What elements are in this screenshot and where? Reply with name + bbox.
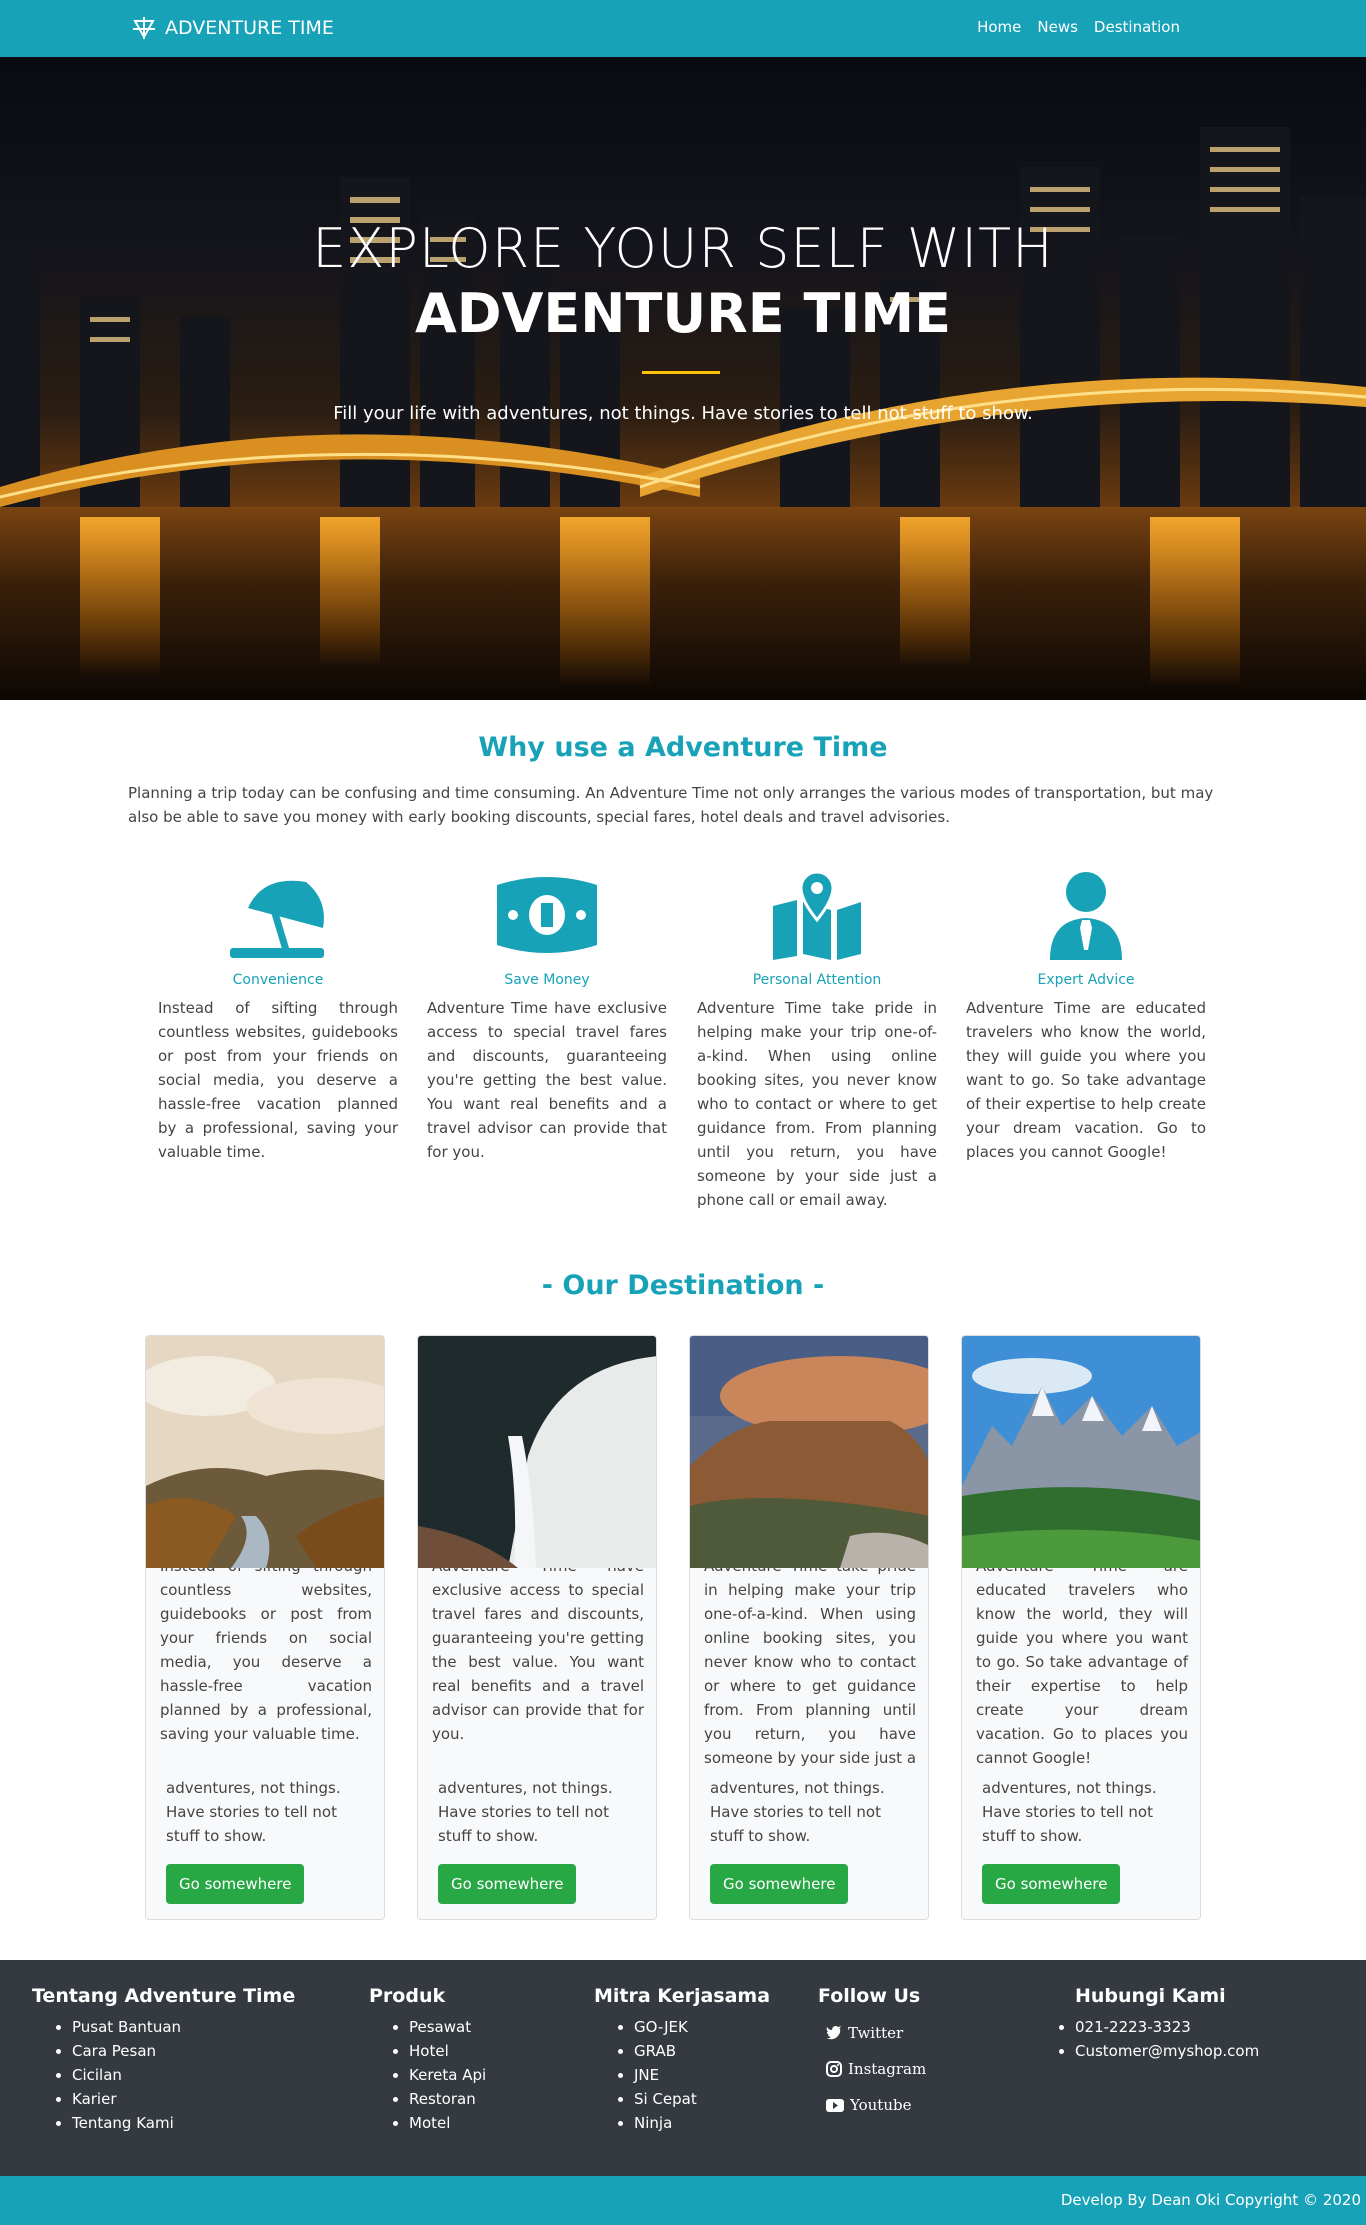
- brand-name: ADVENTURE TIME: [165, 17, 334, 39]
- feature-desc: Adventure Time take pride in helping mak…: [697, 999, 937, 1209]
- footer-link[interactable]: Pusat Bantuan: [72, 2015, 295, 2039]
- destination-card: Adventure Time are educated travelers wh…: [961, 1335, 1201, 1920]
- feature-title: Expert Advice: [1037, 972, 1135, 988]
- destination-title: - Our Destination -: [541, 1270, 825, 1301]
- footer-phone[interactable]: 021-2223-3323: [1075, 2015, 1259, 2039]
- go-somewhere-button[interactable]: Go somewhere: [438, 1864, 577, 1904]
- footer-link[interactable]: GRAB: [634, 2039, 770, 2063]
- footer-col-produk: Produk Pesawat Hotel Kereta Api Restoran…: [369, 1985, 486, 2135]
- why-section-text: Planning a trip today can be confusing a…: [128, 784, 1214, 826]
- nav-news-link[interactable]: News: [1037, 18, 1078, 36]
- hero-divider: [642, 371, 720, 374]
- hero-subtitle: Fill your life with adventures, not thin…: [333, 403, 1033, 424]
- footer-link[interactable]: Cicilan: [72, 2063, 295, 2087]
- footer-link[interactable]: Motel: [409, 2111, 486, 2135]
- card-text: Instead of sifting through countless web…: [160, 1557, 372, 1743]
- destination-card: Adventure Time take pride in helping mak…: [689, 1335, 929, 1920]
- hero-title-line2: ADVENTURE TIME: [415, 282, 951, 345]
- instagram-link[interactable]: Instagram: [818, 2051, 926, 2087]
- copyright-text: Develop By Dean Oki Copyright © 2020: [1060, 2191, 1361, 2209]
- map-marked-icon: [773, 870, 861, 960]
- feature-title: Save Money: [504, 972, 590, 988]
- footer-link[interactable]: Restoran: [409, 2087, 486, 2111]
- go-somewhere-button[interactable]: Go somewhere: [710, 1864, 849, 1904]
- nav-links: Home News Destination: [977, 18, 1180, 36]
- footer-link[interactable]: Tentang Kami: [72, 2111, 295, 2135]
- card-snippet: adventures, not things. Have stories to …: [710, 1779, 885, 1845]
- footer-link[interactable]: Cara Pesan: [72, 2039, 295, 2063]
- card-image: [962, 1336, 1200, 1568]
- footer-col-follow: Follow Us Twitter Instagram Youtube: [818, 1985, 926, 2123]
- card-snippet: adventures, not things. Have stories to …: [438, 1779, 613, 1845]
- feature-title: Convenience: [232, 972, 324, 988]
- youtube-link[interactable]: Youtube: [818, 2087, 926, 2123]
- feature-desc: Adventure Time are educated travelers wh…: [966, 999, 1206, 1161]
- footer-col-hubungi: Hubungi Kami 021-2223-3323 Customer@mysh…: [1035, 1985, 1259, 2063]
- card-image: [418, 1336, 656, 1568]
- logo-icon: [133, 17, 155, 40]
- footer-heading: Follow Us: [818, 1985, 921, 2007]
- footer-link[interactable]: Ninja: [634, 2111, 770, 2135]
- footer-col-tentang: Tentang Adventure Time Pusat Bantuan Car…: [32, 1985, 295, 2135]
- footer-link[interactable]: Pesawat: [409, 2015, 486, 2039]
- footer-link[interactable]: JNE: [634, 2063, 770, 2087]
- footer-link[interactable]: Hotel: [409, 2039, 486, 2063]
- card-snippet: adventures, not things. Have stories to …: [982, 1779, 1157, 1845]
- umbrella-beach-icon: [230, 880, 324, 958]
- feature-desc: Adventure Time have exclusive access to …: [427, 999, 667, 1161]
- nav-destination-link[interactable]: Destination: [1094, 18, 1180, 36]
- why-section-title: Why use a Adventure Time: [478, 732, 888, 763]
- destination-card: Adventure Time have exclusive access to …: [417, 1335, 657, 1920]
- hero-title-line1: EXPLORE YOUR SELF WITH: [312, 217, 1054, 280]
- card-image: [690, 1336, 928, 1568]
- feature-title: Personal Attention: [752, 972, 882, 988]
- footer-heading: Tentang Adventure Time: [32, 1985, 296, 2007]
- card-snippet: adventures, not things. Have stories to …: [166, 1779, 341, 1845]
- footer: Tentang Adventure Time Pusat Bantuan Car…: [0, 1960, 1366, 2176]
- card-body: adventures, not things. Have stories to …: [690, 1768, 928, 1919]
- footer-link[interactable]: GO-JEK: [634, 2015, 770, 2039]
- card-text: Adventure Time have exclusive access to …: [432, 1557, 644, 1743]
- footer-heading: Produk: [369, 1985, 446, 2007]
- footer-link[interactable]: Karier: [72, 2087, 295, 2111]
- footer-heading: Mitra Kerjasama: [594, 1985, 771, 2007]
- brand[interactable]: ADVENTURE TIME: [131, 12, 334, 44]
- feature-expert-advice: Expert Advice Adventure Time are educate…: [966, 870, 1206, 1164]
- footer-link[interactable]: Kereta Api: [409, 2063, 486, 2087]
- card-body: adventures, not things. Have stories to …: [418, 1768, 656, 1919]
- feature-desc: Instead of sifting through countless web…: [158, 999, 398, 1161]
- instagram-icon: [826, 2061, 842, 2077]
- card-text: Adventure Time take pride in helping mak…: [704, 1557, 917, 1791]
- footer-heading: Hubungi Kami: [1075, 1985, 1226, 2007]
- footer-email[interactable]: Customer@myshop.com: [1075, 2039, 1259, 2063]
- feature-personal-attention: Personal Attention Adventure Time take p…: [697, 870, 937, 1212]
- twitter-link[interactable]: Twitter: [818, 2015, 926, 2051]
- footer-link[interactable]: Si Cepat: [634, 2087, 770, 2111]
- card-text: Adventure Time are educated travelers wh…: [976, 1557, 1188, 1767]
- nav-home-link[interactable]: Home: [977, 18, 1021, 36]
- card-body: adventures, not things. Have stories to …: [962, 1768, 1200, 1919]
- navbar: ADVENTURE TIME Home News Destination: [0, 0, 1366, 57]
- go-somewhere-button[interactable]: Go somewhere: [982, 1864, 1121, 1904]
- money-bill-icon: [497, 877, 597, 953]
- feature-convenience: Convenience Instead of sifting through c…: [158, 870, 398, 1164]
- youtube-icon: [826, 2098, 844, 2112]
- card-image: [146, 1336, 384, 1568]
- footer-col-mitra: Mitra Kerjasama GO-JEK GRAB JNE Si Cepat…: [594, 1985, 770, 2135]
- night-city-illustration: [0, 127, 1366, 700]
- hero-banner: EXPLORE YOUR SELF WITH ADVENTURE TIME Fi…: [0, 57, 1366, 700]
- feature-save-money: Save Money Adventure Time have exclusive…: [427, 870, 667, 1164]
- destination-card: Instead of sifting through countless web…: [145, 1335, 385, 1920]
- copyright-bar: Develop By Dean Oki Copyright © 2020: [0, 2176, 1366, 2225]
- go-somewhere-button[interactable]: Go somewhere: [166, 1864, 305, 1904]
- card-body: adventures, not things. Have stories to …: [146, 1768, 384, 1919]
- user-tie-icon: [1050, 872, 1122, 960]
- twitter-icon: [826, 2026, 842, 2040]
